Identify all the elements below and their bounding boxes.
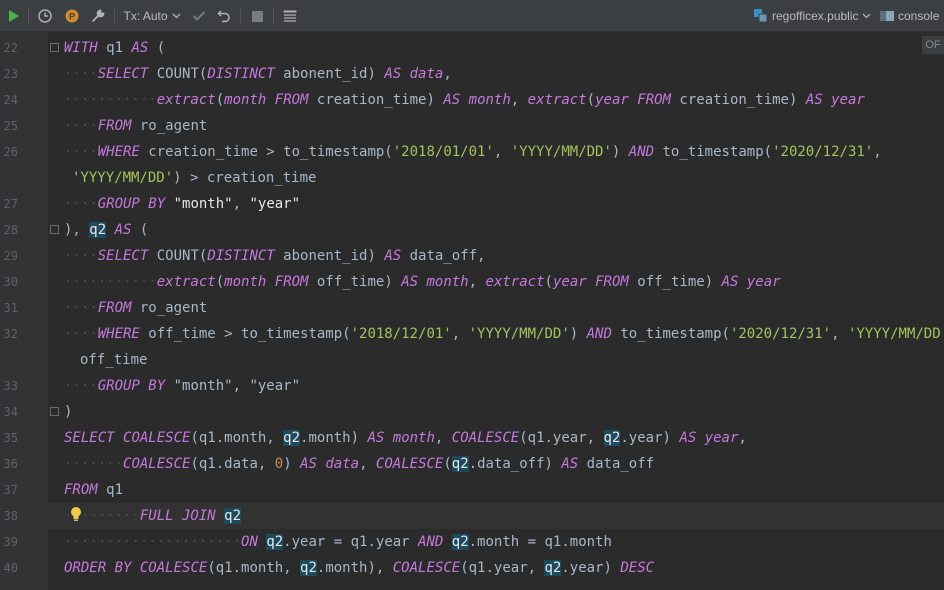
table-icon (283, 10, 297, 22)
line-number: 37 (3, 483, 18, 497)
settings-button[interactable] (88, 0, 108, 32)
stop-button[interactable] (247, 0, 267, 32)
pin-button[interactable]: P (62, 0, 82, 32)
code-line: ·······COALESCE(q1.data, 0) AS data, COA… (64, 456, 655, 472)
toolbar-separator (240, 7, 241, 25)
line-number: 35 (3, 431, 18, 445)
code-line: ····SELECT COUNT(DISTINCT abonent_id) AS… (64, 248, 486, 264)
tx-mode-label: Tx: Auto (123, 9, 168, 23)
line-number: 38 (3, 509, 18, 523)
console-icon (880, 11, 894, 21)
line-number: 23 (3, 67, 18, 81)
line-number: 26 (3, 145, 18, 159)
line-number: 28 (3, 223, 18, 237)
chevron-down-icon (172, 13, 180, 19)
tx-mode-dropdown[interactable]: Tx: Auto (122, 0, 182, 32)
line-number: 22 (3, 41, 18, 55)
database-icon (754, 9, 768, 23)
line-number: 36 (3, 457, 18, 471)
code-line: off_time (80, 352, 148, 368)
toolbar-separator (273, 7, 274, 25)
toolbar-separator (114, 7, 115, 25)
console-label: console (898, 9, 940, 23)
lightbulb-icon (71, 507, 81, 521)
line-number: 25 (3, 119, 18, 133)
check-icon (192, 11, 206, 21)
wrench-icon (92, 9, 105, 22)
play-icon (9, 10, 19, 22)
rollback-button[interactable] (214, 0, 234, 32)
code-line: ·········FULL JOIN q2 (64, 508, 242, 524)
toolbar-separator (28, 7, 29, 25)
line-number (0, 165, 18, 191)
side-panel-tab[interactable]: OF (922, 36, 944, 54)
line-number: 31 (3, 301, 18, 315)
svg-text:P: P (69, 12, 75, 22)
toolbar: P Tx: Auto regofficex.public console (0, 0, 944, 32)
code-line: ····FROM ro_agent (64, 300, 208, 316)
code-line: SELECT COALESCE(q1.month, q2.month) AS m… (64, 430, 747, 446)
output-button[interactable] (280, 0, 300, 32)
line-number: 34 (3, 405, 18, 419)
line-number: 29 (3, 249, 18, 263)
code-line: ), q2 AS ( (64, 222, 149, 238)
fold-marker[interactable] (50, 225, 59, 234)
console-selector[interactable]: console (880, 0, 944, 32)
fold-marker[interactable] (50, 43, 59, 52)
chevron-down-icon (862, 13, 870, 19)
code-line: ···········extract(month FROM off_time) … (64, 274, 781, 290)
code-line: WITH q1 AS ( (64, 40, 166, 56)
intention-action-button[interactable] (70, 506, 82, 526)
datasource-label: regofficex.public (772, 9, 859, 23)
fold-marker[interactable] (50, 407, 59, 416)
code-line: ····GROUP BY "month", "year" (64, 378, 301, 394)
undo-icon (217, 10, 230, 23)
code-line: ) (64, 404, 73, 420)
p-icon: P (65, 9, 79, 23)
line-number: 39 (3, 535, 18, 549)
code-line: ····WHERE creation_time > to_timestamp('… (64, 144, 882, 160)
run-button[interactable] (4, 0, 24, 32)
code-line: ····SELECT COUNT(DISTINCT abonent_id) AS… (64, 66, 452, 82)
code-line: FROM q1 (64, 482, 124, 498)
code-line: ····GROUP BY "month", "year" (64, 196, 301, 212)
code-line: ···········extract(month FROM creation_t… (64, 92, 865, 108)
line-number (0, 347, 18, 373)
code-line: ·····················ON q2.year = q1.yea… (64, 534, 612, 550)
clock-icon (38, 9, 52, 23)
line-number: 27 (3, 197, 18, 211)
line-number: 33 (3, 379, 18, 393)
line-number: 30 (3, 275, 18, 289)
history-button[interactable] (35, 0, 55, 32)
code-line: ····WHERE off_time > to_timestamp('2018/… (64, 326, 944, 342)
commit-button[interactable] (189, 0, 209, 32)
stop-icon (251, 10, 263, 22)
datasource-selector[interactable]: regofficex.public (754, 0, 874, 32)
line-number: 40 (3, 561, 18, 575)
code-line: ····FROM ro_agent (64, 118, 208, 134)
line-number: 32 (3, 327, 18, 341)
code-line: ORDER BY COALESCE(q1.month, q2.month), C… (64, 560, 655, 576)
code-line: 'YYYY/MM/DD') > creation_time (72, 170, 317, 186)
line-number: 24 (3, 93, 18, 107)
